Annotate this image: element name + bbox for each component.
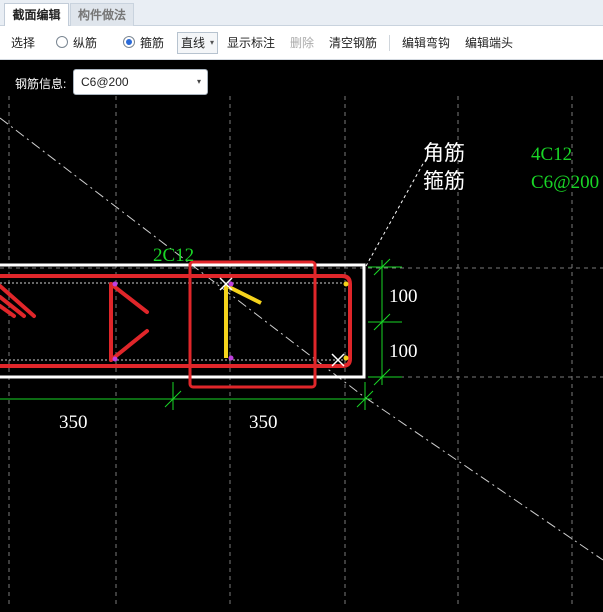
legend-stirrup-value: C6@200 bbox=[531, 172, 599, 193]
rebar-info-value: C6@200 bbox=[81, 75, 129, 89]
section-outline bbox=[0, 263, 366, 379]
legend-leader-line bbox=[365, 161, 425, 267]
rebar-dot-4 bbox=[228, 355, 234, 361]
rebar-info-select[interactable]: C6@200 ▾ bbox=[73, 69, 208, 95]
rebar-dot-3 bbox=[228, 281, 234, 287]
delete-button[interactable]: 删除 bbox=[290, 26, 314, 60]
line-mode-value: 直线 bbox=[181, 36, 206, 50]
dim-v-label-2: 100 bbox=[389, 341, 418, 362]
rebar-dot-5 bbox=[343, 281, 349, 287]
drawing-canvas[interactable]: 角筋 4C12 箍筋 C6@200 2C12 100 100 350 350 bbox=[0, 60, 603, 607]
rebar-dot-2 bbox=[112, 356, 118, 362]
grid-lines bbox=[0, 96, 603, 607]
rebar-dot-6 bbox=[343, 355, 349, 361]
diagonal-axis-line bbox=[0, 117, 603, 561]
stirrup-label[interactable]: 箍筋 bbox=[140, 26, 164, 60]
longitudinal-label[interactable]: 纵筋 bbox=[73, 26, 97, 60]
dim-h-label-1: 350 bbox=[59, 412, 88, 433]
clear-rebar-button[interactable]: 清空钢筋 bbox=[329, 26, 377, 60]
line-mode-dropdown[interactable]: 直线 ▾ bbox=[177, 32, 218, 54]
rebar-label: 2C12 bbox=[153, 245, 194, 266]
tab-component-method[interactable]: 构件做法 bbox=[70, 3, 134, 26]
vertical-dimension bbox=[368, 258, 402, 386]
legend-corner-rebar-value: 4C12 bbox=[531, 144, 572, 165]
edit-end-button[interactable]: 编辑端头 bbox=[465, 26, 513, 60]
rebar-info-label: 钢筋信息: bbox=[15, 77, 67, 91]
horizontal-dimension bbox=[0, 382, 374, 410]
highlight-rebar bbox=[224, 285, 262, 358]
tab-section-edit[interactable]: 截面编辑 bbox=[4, 3, 69, 26]
chevron-down-icon: ▾ bbox=[196, 77, 201, 86]
longitudinal-radio[interactable] bbox=[56, 36, 68, 48]
edit-hook-button[interactable]: 编辑弯钩 bbox=[402, 26, 450, 60]
section-inner-cover-line bbox=[0, 282, 352, 361]
toolbar-divider bbox=[389, 35, 390, 51]
section-drawing: 角筋 4C12 箍筋 C6@200 2C12 100 100 350 350 bbox=[0, 96, 603, 607]
dim-h-label-2: 350 bbox=[249, 412, 278, 433]
highlight-hook-bar bbox=[228, 285, 262, 305]
chevron-down-icon: ▾ bbox=[209, 38, 214, 47]
legend-stirrup-name: 箍筋 bbox=[423, 169, 465, 193]
selection-box bbox=[188, 260, 317, 389]
rebar-dot-1 bbox=[112, 281, 118, 287]
stirrups bbox=[0, 274, 352, 368]
dim-v-label-1: 100 bbox=[389, 286, 418, 307]
legend-corner-rebar-name: 角筋 bbox=[423, 141, 465, 165]
outer-stirrup bbox=[0, 274, 352, 368]
select-button[interactable]: 选择 bbox=[11, 26, 35, 60]
stirrup-radio[interactable] bbox=[123, 36, 135, 48]
tab-bar: 截面编辑 构件做法 bbox=[0, 0, 603, 26]
toolbar: 选择 纵筋 箍筋 直线 ▾ 显示标注 删除 清空钢筋 编辑弯钩 编辑端头 bbox=[0, 26, 603, 60]
show-annotation-button[interactable]: 显示标注 bbox=[227, 26, 275, 60]
